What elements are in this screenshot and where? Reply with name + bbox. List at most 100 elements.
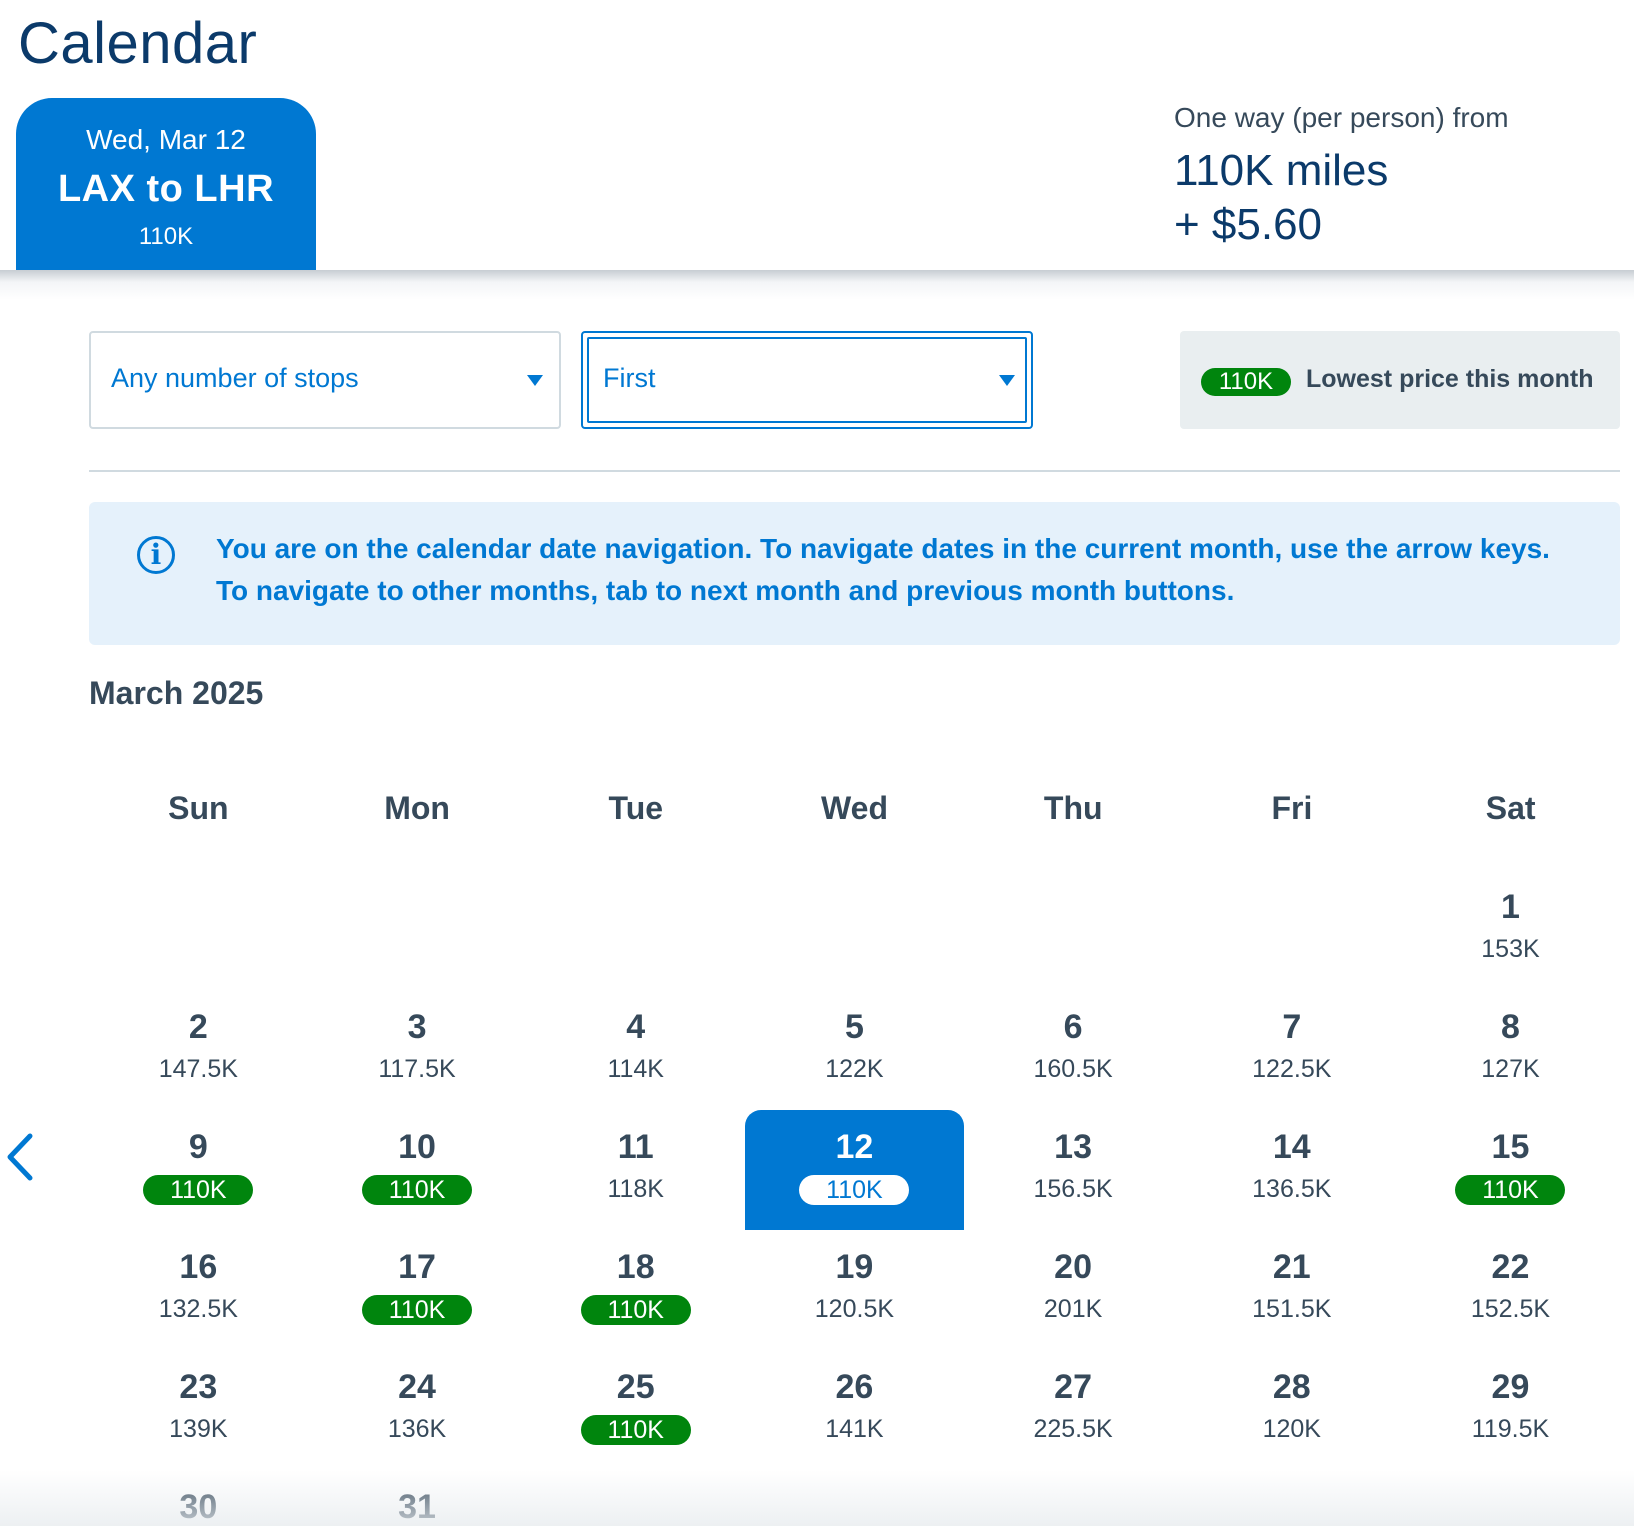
calendar-day-16[interactable]: 16 132.5K [89,1230,308,1350]
calendar-day-2[interactable]: 2 147.5K [89,990,308,1110]
flight-tab-route: LAX to LHR [57,168,275,210]
calendar-day-25[interactable]: 25 110K [526,1350,745,1470]
day-price: 127K [1481,1055,1540,1083]
day-number: 20 [1054,1248,1092,1286]
calendar-day-10[interactable]: 10 110K [308,1110,527,1230]
calendar-week-row: 16 132.5K 17 110K 18 110K 19 120.5K 20 201K 21 151.… [89,1230,1620,1350]
calendar-day-14[interactable]: 14 136.5K [1182,1110,1401,1230]
calendar-empty-cell [964,870,1183,990]
calendar-day-3[interactable]: 3 117.5K [308,990,527,1110]
day-price-pill: 110K [799,1175,910,1205]
calendar-day-15[interactable]: 15 110K [1401,1110,1620,1230]
calendar-empty-cell [745,870,964,990]
calendar-day-7[interactable]: 7 122.5K [1182,990,1401,1110]
calendar-day-19[interactable]: 19 120.5K [745,1230,964,1350]
info-text: You are on the calendar date navigation.… [216,533,1550,606]
day-number: 4 [626,1008,646,1046]
day-price: 122K [825,1055,884,1083]
calendar-day-28[interactable]: 28 120K [1182,1350,1401,1470]
day-price-pill: 110K [580,1415,691,1445]
summary-miles: 110K miles [1174,146,1389,195]
calendar-day-31[interactable]: 31 [308,1470,527,1526]
day-number: 6 [1063,1008,1083,1046]
stops-select-value: Any number of stops [111,363,359,393]
calendar-empty-cell [308,870,527,990]
calendar-empty-cell [1182,870,1401,990]
day-number: 30 [179,1488,218,1526]
calendar-day-12[interactable]: 12 110K [745,1110,964,1230]
weekday-label: Wed [821,790,888,826]
weekday-label: Sun [168,790,229,826]
weekday-label: Sat [1485,790,1536,826]
calendar-day-30[interactable]: 30 [89,1470,308,1526]
weekday-label: Fri [1271,790,1313,826]
calendar-day-5[interactable]: 5 122K [745,990,964,1110]
day-price-pill: 110K [580,1295,691,1325]
weekday-header: Sun Mon Tue Wed Thu Fri Sat [89,790,1620,827]
calendar-day-29[interactable]: 29 119.5K [1401,1350,1620,1470]
divider [89,470,1620,472]
weekday-label: Mon [384,790,450,826]
calendar-grid: 1 153K 2 147.5K 3 117.5K 4 114K 5 122K 6 160.5K 7 122… [89,870,1620,1526]
calendar-empty-cell [526,1470,745,1526]
flight-tab-date: Wed, Mar 12 [86,124,246,155]
day-price: 156.5K [1033,1175,1113,1203]
calendar-empty-cell [526,870,745,990]
day-price: 201K [1043,1295,1103,1323]
calendar-day-6[interactable]: 6 160.5K [964,990,1183,1110]
day-number: 7 [1282,1008,1302,1046]
calendar-week-row: 9 110K 10 110K 11 118K 12 110K 13 156.5K 14 136.5K 1… [89,1110,1620,1230]
day-price: 120.5K [814,1295,895,1323]
calendar-day-17[interactable]: 17 110K [308,1230,527,1350]
weekday-label: Thu [1043,790,1103,826]
page-title: Calendar [18,11,258,76]
calendar-day-18[interactable]: 18 110K [526,1230,745,1350]
summary-fee: + $5.60 [1174,200,1323,249]
calendar-day-23[interactable]: 23 139K [89,1350,308,1470]
day-price: 141K [825,1415,884,1443]
day-price: 153K [1481,935,1540,963]
day-number: 1 [1501,888,1520,926]
info-banner: i You are on the calendar date navigatio… [89,502,1620,645]
header-shadow [0,270,1634,300]
flight-tab-lax-lhr[interactable]: Wed, Mar 12 LAX to LHR 110K [16,98,316,270]
day-price: 118K [607,1175,664,1203]
day-number: 31 [398,1488,436,1526]
flight-tab-price: 110K [138,223,194,250]
day-price-pill: 110K [143,1175,254,1205]
stops-select[interactable]: Any number of stops [89,331,561,429]
previous-month-button[interactable] [2,1130,38,1184]
calendar-day-26[interactable]: 26 141K [745,1350,964,1470]
calendar-day-8[interactable]: 8 127K [1401,990,1620,1110]
day-price-pill: 110K [1455,1175,1566,1205]
cabin-select[interactable]: First [581,331,1033,429]
calendar-empty-cell [1401,1470,1620,1526]
calendar-day-20[interactable]: 20 201K [964,1230,1183,1350]
day-number: 15 [1491,1128,1530,1166]
calendar-day-4[interactable]: 4 114K [526,990,745,1110]
month-title: March 2025 [89,675,264,711]
calendar-empty-cell [745,1470,964,1526]
day-number: 10 [398,1128,436,1166]
weekday-label: Tue [608,790,664,826]
calendar-week-row: 30 31 [89,1470,1620,1526]
day-price: 152.5K [1470,1295,1551,1323]
calendar-empty-cell [89,870,308,990]
day-number: 13 [1054,1128,1092,1166]
calendar-day-1[interactable]: 1 153K [1401,870,1620,990]
lowest-price-legend: 110K Lowest price this month [1180,331,1620,429]
day-number: 12 [835,1128,874,1166]
day-number: 27 [1054,1368,1092,1406]
calendar-day-21[interactable]: 21 151.5K [1182,1230,1401,1350]
calendar-day-11[interactable]: 11 118K [526,1110,745,1230]
calendar-day-22[interactable]: 22 152.5K [1401,1230,1620,1350]
calendar-day-27[interactable]: 27 225.5K [964,1350,1183,1470]
day-number: 16 [179,1248,218,1286]
day-price-pill: 110K [362,1175,473,1205]
price-summary: One way (per person) from 110K miles + $… [1174,102,1509,250]
calendar-day-9[interactable]: 9 110K [89,1110,308,1230]
calendar-day-24[interactable]: 24 136K [308,1350,527,1470]
day-price: 122.5K [1252,1055,1332,1083]
calendar-day-13[interactable]: 13 156.5K [964,1110,1183,1230]
day-price: 120K [1262,1415,1321,1443]
